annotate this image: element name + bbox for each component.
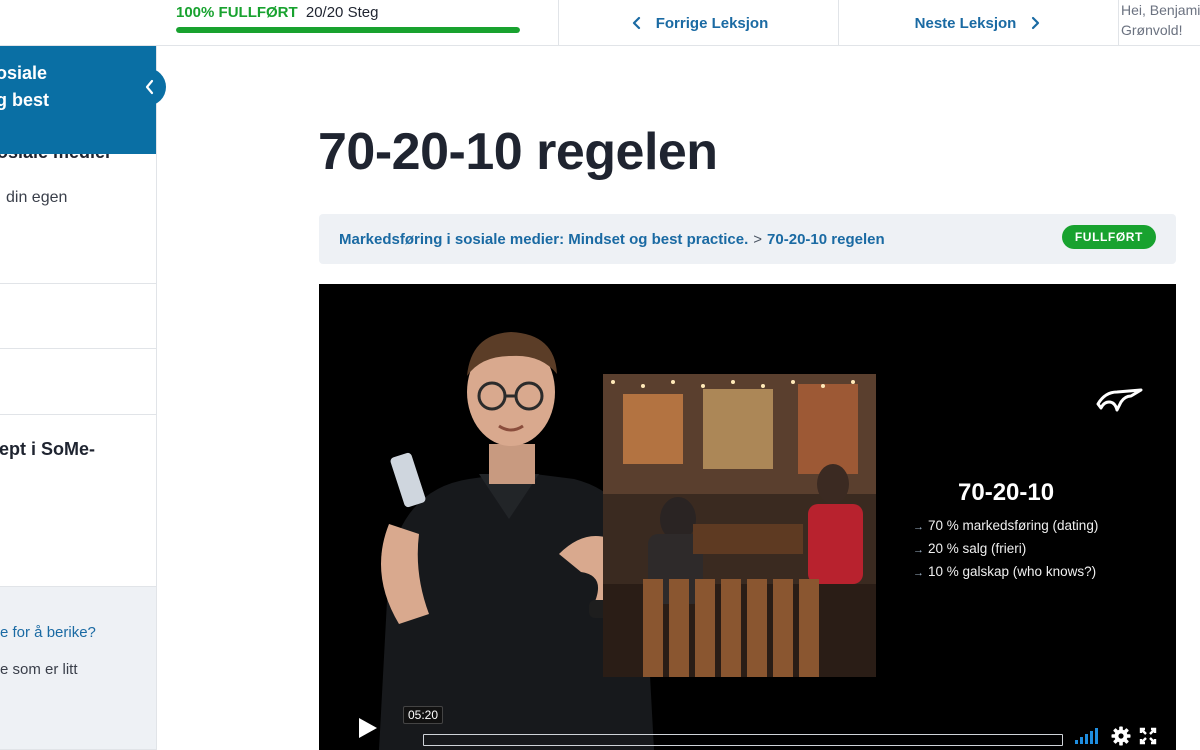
slide-bullet-text: 20 % salg (frieri) [928,541,1027,556]
top-bar: 100% FULLFØRT 20/20 Steg Forrige Leksjon… [0,0,1200,46]
previous-lesson-button[interactable]: Forrige Leksjon [558,0,839,46]
breadcrumb-separator: > [753,230,763,248]
next-lesson-button[interactable]: Neste Leksjon [838,0,1118,46]
greeting-name: Grønvold! [1121,22,1183,38]
slide-bullet: → 10 % galskap (who knows?) [913,564,1097,579]
video-scrubber[interactable] [423,734,1063,746]
play-icon[interactable] [357,716,379,740]
greeting-text: Hei, Benjamin [1121,2,1200,18]
user-greeting[interactable]: Hei, Benjamin Grønvold! [1118,0,1200,46]
sidebar-item-label: din egen [6,189,68,206]
page-title: 70-20-10 regelen [318,123,718,181]
video-controls: 05:20 [319,706,1176,750]
brand-logo-icon [1096,388,1143,412]
course-progress: 100% FULLFØRT 20/20 Steg [176,4,520,33]
slide-bullet-text: 10 % galskap (who knows?) [928,564,1097,579]
breadcrumb: Markedsføring i sosiale medier: Mindset … [319,214,1176,264]
chevron-left-icon [145,79,154,95]
progress-bar-fill [176,27,520,33]
next-lesson-label: Neste Leksjon [914,14,1017,32]
sidebar-collapse-button[interactable] [134,68,166,106]
slide-bullet: → 20 % salg (frieri) [913,541,1027,556]
chevron-left-icon [632,16,640,30]
sidebar-item[interactable]: ept i SoMe- [0,415,156,587]
slide-heading: 70-20-10 [958,479,1055,506]
breadcrumb-course-link[interactable]: Markedsføring i sosiale medier: Mindset … [339,231,748,248]
gear-icon[interactable] [1111,726,1131,746]
sidebar-item[interactable]: e for å berike? e som er litt [0,587,156,750]
progress-steps: 20/20 Steg [305,4,379,21]
fullscreen-icon[interactable] [1139,727,1157,745]
course-sidebar: osiale g best osiale medier din egen ept… [0,46,157,750]
chevron-right-icon [1032,16,1040,30]
sidebar-item[interactable] [0,349,156,415]
sidebar-item[interactable] [0,284,156,349]
progress-bar [176,27,520,33]
sidebar-item-link[interactable]: e for å berike? [0,624,96,641]
time-tooltip: 05:20 [403,706,444,724]
video-player[interactable]: 70-20-10 → 70 % markedsføring (dating) → 2… [319,284,1176,750]
progress-percent: 100% FULLFØRT [176,4,298,21]
scrubber-fill [424,735,1062,745]
sidebar-item-label: e som er litt [0,661,78,678]
progress-label: 100% FULLFØRT 20/20 Steg [176,4,520,21]
volume-icon[interactable] [1075,728,1101,744]
status-badge: FULLFØRT [1061,225,1156,249]
previous-lesson-label: Forrige Leksjon [655,14,769,32]
slide-text: 70-20-10 → 70 % markedsføring (dating) → 2… [913,479,1153,584]
slide-bullet-text: 70 % markedsføring (dating) [928,518,1099,533]
slide-photo [603,374,876,677]
sidebar-item-heading: ept i SoMe- [0,439,96,459]
breadcrumb-lesson-link[interactable]: 70-20-10 regelen [767,231,885,248]
slide-bullet: → 70 % markedsføring (dating) [913,518,1099,533]
